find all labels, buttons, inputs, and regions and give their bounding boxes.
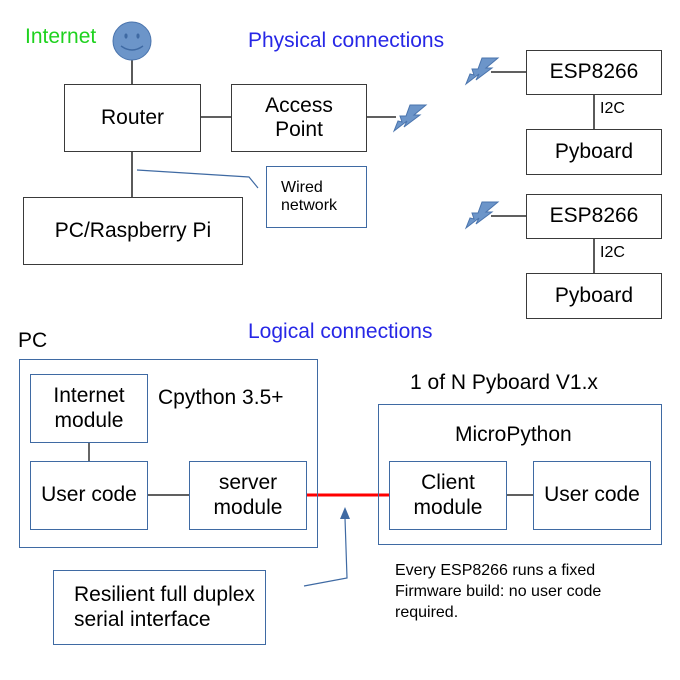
- logical-heading: Logical connections: [248, 320, 433, 343]
- pyboard-user-code-label: User code: [544, 483, 640, 507]
- pc-user-code: User code: [30, 461, 148, 530]
- serial-interface-label: Resilient full duplex serial interface: [74, 583, 255, 631]
- server-module: server module: [189, 461, 307, 530]
- i2c-label: I2C: [600, 244, 625, 261]
- server-module-label: server module: [213, 471, 283, 519]
- architecture-diagram: Internet Physical connections Router Acc…: [0, 0, 680, 680]
- pc-label: PC: [18, 329, 48, 352]
- internet-module-label: Internet module: [53, 384, 125, 432]
- internet-label: Internet: [25, 25, 97, 48]
- pyboard-node-2: Pyboard: [526, 273, 662, 319]
- esp-firmware-note: Every ESP8266 runs a fixed Firmware buil…: [395, 562, 602, 621]
- pyboard-user-code: User code: [533, 461, 651, 530]
- i2c-label: I2C: [600, 100, 625, 117]
- cpython-label: Cpython 3.5+: [158, 386, 284, 409]
- pc-raspberry-label: PC/Raspberry Pi: [54, 218, 212, 242]
- pyboard-label: Pyboard: [554, 283, 634, 307]
- pc-user-code-label: User code: [41, 483, 137, 507]
- client-module-label: Client module: [413, 471, 483, 519]
- wireless-icon: [393, 104, 427, 132]
- pyboard-heading: 1 of N Pyboard V1.x: [410, 371, 598, 394]
- esp8266-node-2: ESP8266: [526, 194, 662, 239]
- router-label: Router: [100, 105, 165, 129]
- esp8266-node-1: ESP8266: [526, 50, 662, 95]
- wired-network-label: Wired network: [281, 178, 338, 214]
- client-module: Client module: [389, 461, 507, 530]
- pyboard-label: Pyboard: [554, 139, 634, 163]
- physical-heading: Physical connections: [248, 29, 445, 52]
- pc-raspberry-node: PC/Raspberry Pi: [23, 197, 243, 265]
- access-point-label: Access Point: [265, 93, 333, 141]
- wireless-icon: [465, 201, 499, 229]
- router-node: Router: [64, 84, 201, 152]
- access-point-node: Access Point: [231, 84, 367, 152]
- serial-interface-callout: Resilient full duplex serial interface: [53, 570, 266, 645]
- esp8266-label: ESP8266: [549, 204, 639, 228]
- internet-module: Internet module: [30, 374, 148, 443]
- wired-network-callout: Wired network: [266, 166, 367, 228]
- pyboard-node-1: Pyboard: [526, 129, 662, 175]
- arrowhead-icon: [340, 507, 350, 519]
- wired-callout-pointer: [136, 169, 259, 189]
- micropython-label: MicroPython: [455, 423, 572, 446]
- wireless-icon: [465, 57, 499, 85]
- internet-smiley-icon: [112, 21, 152, 61]
- esp8266-label: ESP8266: [549, 60, 639, 84]
